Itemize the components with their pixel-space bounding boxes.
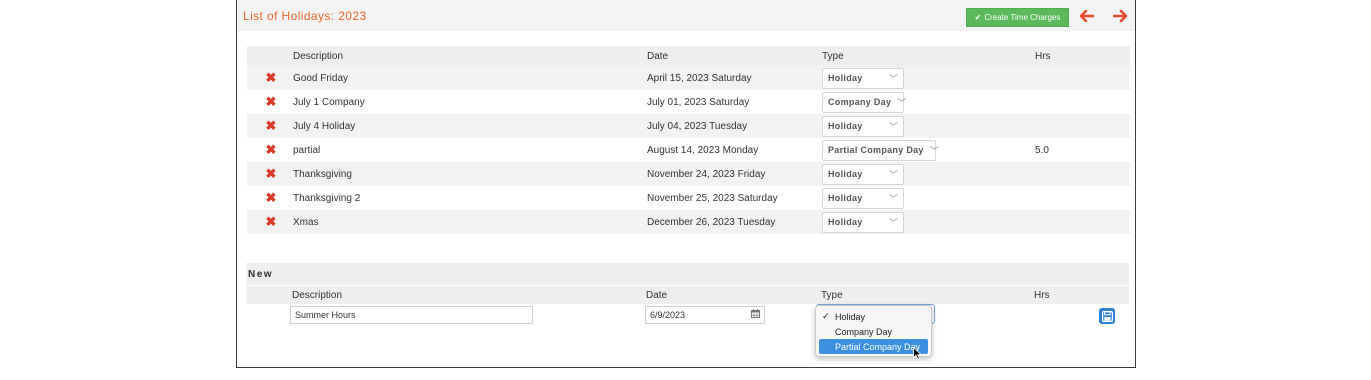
column-type: Type [821,289,843,301]
column-hrs: Hrs [1035,50,1051,62]
table-row: ✖ July 1 Company July 01, 2023 Saturday … [247,90,1130,114]
description-input[interactable]: Summer Hours [290,306,533,324]
chevron-down-icon: ﹀ [929,145,940,156]
type-select[interactable]: Holiday ﹀ [822,211,904,233]
delete-icon[interactable]: ✖ [264,162,278,186]
chevron-down-icon: ﹀ [888,169,898,180]
holiday-description: Xmas [293,216,319,228]
holiday-description: Thanksgiving [293,168,352,180]
holiday-description: Thanksgiving 2 [293,192,361,204]
holiday-description: July 1 Company [293,96,365,108]
create-time-charges-button[interactable]: ✔ Create Time Charges [966,8,1069,27]
type-select-value: Holiday [828,193,863,203]
holiday-description: partial [293,144,321,156]
date-input[interactable]: 6/9/2023 [645,306,765,324]
calendar-icon[interactable] [751,309,760,320]
type-select[interactable]: Holiday ﹀ [822,163,904,185]
holiday-date: April 15, 2023 Saturday [647,72,752,84]
holiday-date: December 26, 2023 Tuesday [647,216,776,228]
holiday-date: November 24, 2023 Friday [647,168,766,180]
table-header: Description Date Type Hrs [247,46,1130,66]
delete-icon[interactable]: ✖ [264,90,278,114]
table-row: ✖ Xmas December 26, 2023 Tuesday Holiday… [247,210,1130,234]
holiday-date: July 01, 2023 Saturday [647,96,750,108]
chevron-down-icon: ﹀ [888,73,898,84]
delete-icon[interactable]: ✖ [264,186,278,210]
date-input-value: 6/9/2023 [650,310,686,320]
column-description: Description [292,289,343,301]
type-select[interactable]: Holiday ﹀ [822,187,904,209]
chevron-down-icon: ﹀ [897,97,907,108]
save-icon [1101,310,1113,322]
type-select[interactable]: Partial Company Day ﹀ [822,139,940,161]
table-row: ✖ July 4 Holiday July 04, 2023 Tuesday H… [247,114,1130,138]
holiday-description: July 4 Holiday [293,120,356,132]
table-row: ✖ Thanksgiving 2 November 25, 2023 Satur… [247,186,1130,210]
chevron-down-icon: ﹀ [888,121,898,132]
holiday-date: August 14, 2023 Monday [647,144,759,156]
delete-icon[interactable]: ✖ [264,114,278,138]
type-option-holiday[interactable]: ✓ Holiday [819,309,928,324]
type-select[interactable]: Holiday ﹀ [822,67,904,89]
column-description: Description [293,50,344,62]
type-select-value: Holiday [828,73,863,83]
delete-icon[interactable]: ✖ [264,210,278,234]
holiday-hrs: 5.0 [1035,144,1049,156]
type-option-partial-company-day[interactable]: Partial Company Day [819,339,928,354]
holiday-date: July 04, 2023 Tuesday [647,120,748,132]
type-option-company-day[interactable]: Company Day [819,324,928,339]
create-time-charges-label: Create Time Charges [984,13,1061,22]
next-arrow-icon[interactable] [1111,6,1129,26]
delete-icon[interactable]: ✖ [264,66,278,90]
column-date: Date [647,50,669,62]
type-select-value: Partial Company Day [828,145,924,155]
table-row: ✖ Good Friday April 15, 2023 Saturday Ho… [247,66,1130,90]
save-button[interactable] [1099,308,1115,324]
chevron-down-icon: ﹀ [888,193,898,204]
previous-arrow-icon[interactable] [1078,6,1096,26]
delete-icon[interactable]: ✖ [264,138,278,162]
new-section-header: New [246,263,1129,285]
column-type: Type [822,50,844,62]
panel-header: List of Holidays: 2023 ✔ Create Time Cha… [237,0,1135,31]
new-holiday-form: Description Date Type Hrs [246,286,1129,304]
type-option-label: Partial Company Day [835,341,921,352]
new-section-label: New [248,269,274,280]
description-input-value: Summer Hours [295,310,356,320]
type-select-value: Company Day [828,97,892,107]
type-select[interactable]: Holiday ﹀ [822,115,904,137]
type-select[interactable]: Company Day ﹀ [822,91,907,113]
holidays-table: Description Date Type Hrs ✖ Good Friday … [247,46,1130,234]
mouse-pointer-icon [913,346,923,363]
check-icon: ✔ [974,13,982,22]
type-option-label: Holiday [835,311,866,322]
type-select-value: Holiday [828,121,863,131]
page-title: List of Holidays: 2023 [243,9,367,23]
table-row: ✖ Thanksgiving November 24, 2023 Friday … [247,162,1130,186]
new-table-header: Description Date Type Hrs [246,286,1129,304]
type-select-value: Holiday [828,217,863,227]
chevron-down-icon: ﹀ [888,217,898,228]
column-date: Date [646,289,668,301]
check-icon: ✓ [822,311,830,321]
type-select-value: Holiday [828,169,863,179]
column-hrs: Hrs [1034,289,1050,301]
table-row: ✖ partial August 14, 2023 Monday Partial… [247,138,1130,162]
holiday-description: Good Friday [293,72,349,84]
holiday-date: November 25, 2023 Saturday [647,192,778,204]
type-option-label: Company Day [835,326,893,337]
